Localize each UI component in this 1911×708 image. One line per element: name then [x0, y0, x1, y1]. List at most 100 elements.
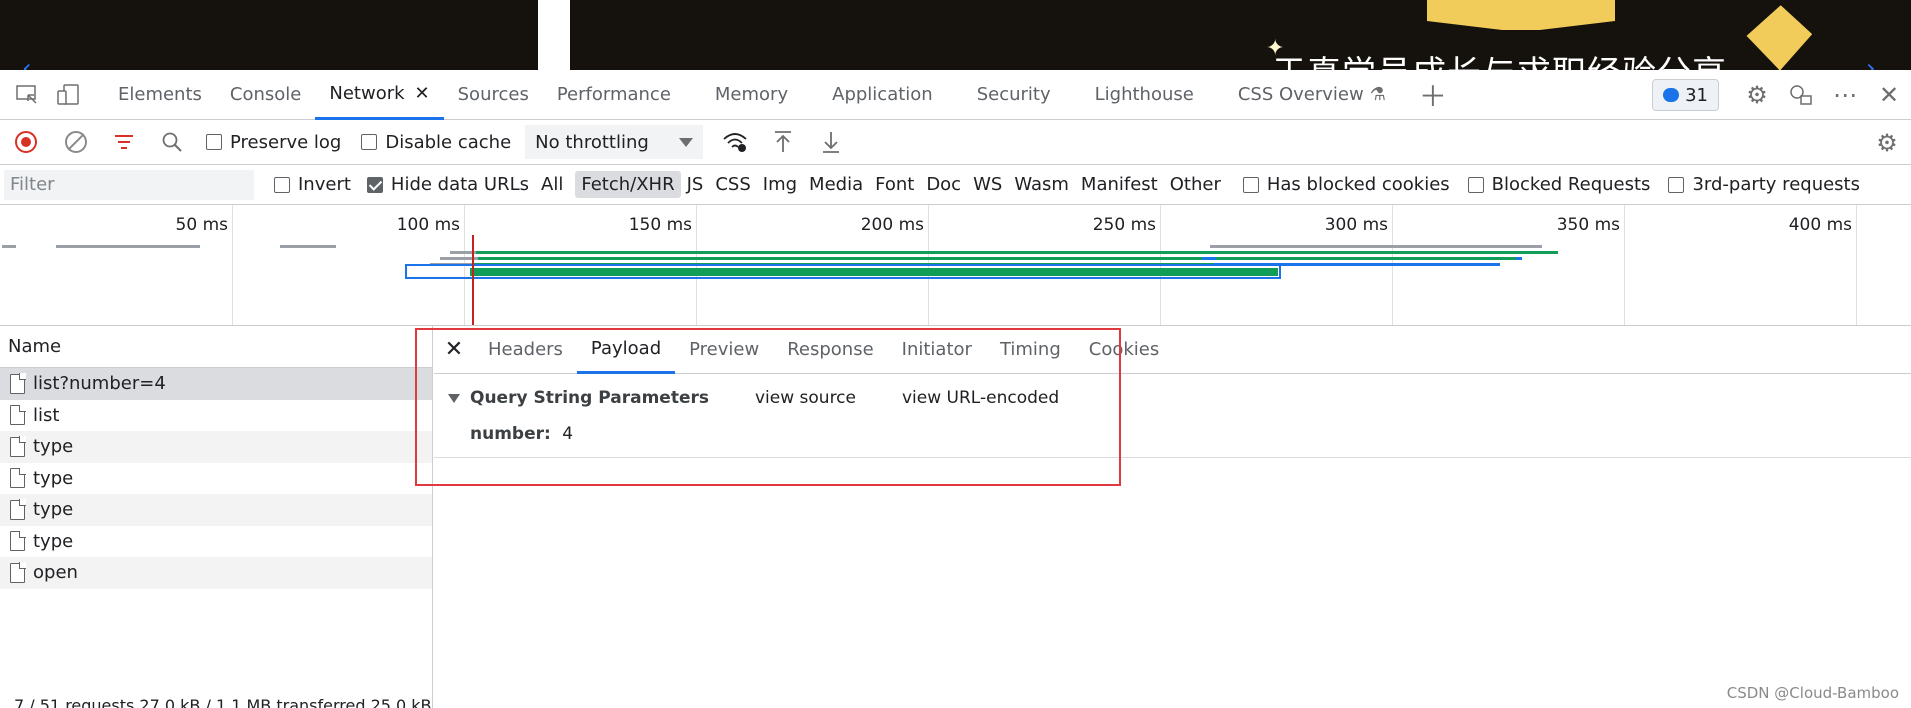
type-filter-fetch-xhr[interactable]: Fetch/XHR — [575, 171, 681, 198]
type-filter-other[interactable]: Other — [1164, 171, 1227, 198]
tab-preview[interactable]: Preview — [675, 326, 773, 374]
waterfall-bar — [280, 245, 336, 248]
tab-memory[interactable]: Memory — [701, 70, 818, 120]
query-string-section-header[interactable]: Query String Parameters view source view… — [448, 388, 1059, 408]
request-name: open — [33, 562, 78, 584]
type-filter-js[interactable]: JS — [681, 171, 710, 198]
request-list: Name list?number=4 list type type type t… — [0, 326, 433, 708]
inspect-element-icon[interactable] — [12, 80, 42, 110]
document-icon — [10, 373, 26, 394]
issues-badge[interactable]: 31 — [1652, 79, 1719, 111]
tab-sources[interactable]: Sources — [444, 70, 543, 120]
close-tab-icon[interactable]: ✕ — [415, 83, 430, 104]
network-conditions-icon[interactable] — [711, 120, 759, 165]
record-button[interactable] — [0, 120, 52, 165]
waterfall-bar — [1330, 245, 1542, 248]
export-har-icon[interactable] — [807, 120, 855, 165]
third-party-requests-checkbox[interactable]: 3rd-party requests — [1668, 174, 1860, 195]
tab-performance[interactable]: Performance — [543, 70, 701, 120]
disable-cache-checkbox[interactable]: Disable cache — [361, 132, 511, 153]
page-banner: ✦ 于真学员成长与求职经验分享 ‹ › — [0, 0, 1911, 70]
tab-elements[interactable]: Elements — [104, 70, 216, 120]
tab-timing[interactable]: Timing — [986, 326, 1075, 374]
search-icon[interactable] — [148, 120, 196, 165]
type-filter-font[interactable]: Font — [869, 171, 920, 198]
type-filter-doc[interactable]: Doc — [920, 171, 967, 198]
filter-toggle-icon[interactable] — [100, 120, 148, 165]
tab-label: Console — [229, 84, 302, 105]
tab-security[interactable]: Security — [963, 70, 1081, 120]
document-icon — [10, 436, 26, 457]
request-row[interactable]: list?number=4 — [0, 368, 432, 400]
more-tabs-plus-icon[interactable]: ＋ — [1418, 80, 1448, 113]
timeline-tick: 50 ms — [175, 215, 228, 235]
type-filter-img[interactable]: Img — [757, 171, 803, 198]
checkbox-label: Has blocked cookies — [1266, 174, 1450, 195]
clear-button[interactable] — [52, 120, 100, 165]
tab-css-overview[interactable]: CSS Overview ⚗ — [1224, 70, 1400, 120]
request-row[interactable]: type — [0, 526, 432, 558]
expand-triangle-icon[interactable] — [448, 393, 460, 403]
settings-gear-icon[interactable]: ⚙ — [1735, 70, 1779, 120]
carousel-prev-icon[interactable]: ‹ — [22, 54, 32, 70]
tab-cookies[interactable]: Cookies — [1075, 326, 1173, 374]
type-filter-manifest[interactable]: Manifest — [1075, 171, 1164, 198]
tab-lighthouse[interactable]: Lighthouse — [1081, 70, 1224, 120]
preserve-log-checkbox[interactable]: Preserve log — [206, 132, 341, 153]
throttling-select[interactable]: No throttling — [525, 125, 703, 159]
checkbox-box[interactable] — [361, 134, 378, 150]
request-row[interactable]: list — [0, 400, 432, 432]
has-blocked-cookies-checkbox[interactable]: Has blocked cookies — [1242, 174, 1450, 195]
request-row[interactable]: type — [0, 494, 432, 526]
record-icon — [15, 131, 37, 153]
type-filter-media[interactable]: Media — [803, 171, 869, 198]
view-source-link[interactable]: view source — [755, 388, 856, 408]
type-filter-ws[interactable]: WS — [967, 171, 1008, 198]
carousel-next-icon[interactable]: › — [1866, 54, 1876, 70]
type-filter-css[interactable]: CSS — [709, 171, 756, 198]
waterfall-bar — [478, 257, 1202, 260]
waterfall-bar — [1216, 257, 1516, 260]
checkbox-box[interactable] — [366, 176, 383, 193]
blocked-requests-checkbox[interactable]: Blocked Requests — [1467, 174, 1650, 195]
detail-tab-bar: ✕ Headers Payload Preview Response Initi… — [434, 326, 1911, 374]
timeline-gridline — [232, 205, 233, 325]
tab-headers[interactable]: Headers — [474, 326, 577, 374]
network-overview-timeline[interactable]: 50 ms 100 ms 150 ms 200 ms 250 ms 300 ms… — [0, 205, 1911, 326]
timeline-tick: 300 ms — [1324, 215, 1388, 235]
checkbox-box[interactable] — [1668, 176, 1685, 193]
device-toolbar-icon[interactable] — [54, 80, 84, 110]
checkbox-label: Disable cache — [385, 131, 512, 153]
tab-payload[interactable]: Payload — [576, 326, 676, 374]
document-icon — [10, 562, 26, 583]
tab-application[interactable]: Application — [818, 70, 963, 120]
checkbox-box[interactable] — [206, 134, 222, 150]
request-row[interactable]: type — [0, 463, 432, 495]
checkbox-box[interactable] — [1467, 176, 1484, 193]
request-row[interactable]: type — [0, 431, 432, 463]
checkbox-box[interactable] — [1242, 176, 1259, 193]
name-column-header[interactable]: Name — [0, 326, 432, 368]
tab-initiator[interactable]: Initiator — [888, 326, 986, 374]
close-devtools-icon[interactable]: ✕ — [1867, 70, 1911, 120]
timeline-gridline — [1856, 205, 1857, 325]
invert-checkbox[interactable]: Invert — [274, 174, 351, 195]
close-detail-icon[interactable]: ✕ — [434, 326, 474, 374]
network-settings-gear-icon[interactable]: ⚙ — [1863, 120, 1911, 165]
tab-response[interactable]: Response — [773, 326, 887, 374]
view-url-encoded-link[interactable]: view URL-encoded — [902, 388, 1059, 408]
tab-network[interactable]: Network ✕ — [315, 70, 444, 120]
request-row[interactable]: open — [0, 557, 432, 589]
section-title: Query String Parameters — [470, 388, 709, 408]
import-har-icon[interactable] — [759, 120, 807, 165]
timeline-tick: 350 ms — [1556, 215, 1620, 235]
customize-feedback-icon[interactable] — [1779, 70, 1823, 120]
tab-label: Sources — [457, 84, 529, 105]
more-options-icon[interactable]: ⋯ — [1823, 70, 1867, 120]
filter-input[interactable] — [4, 169, 254, 200]
tab-console[interactable]: Console — [216, 70, 315, 120]
hide-data-urls-checkbox[interactable]: Hide data URLs — [366, 174, 529, 195]
type-filter-all[interactable]: All — [535, 171, 569, 198]
checkbox-box[interactable] — [274, 176, 290, 193]
type-filter-wasm[interactable]: Wasm — [1008, 171, 1075, 198]
